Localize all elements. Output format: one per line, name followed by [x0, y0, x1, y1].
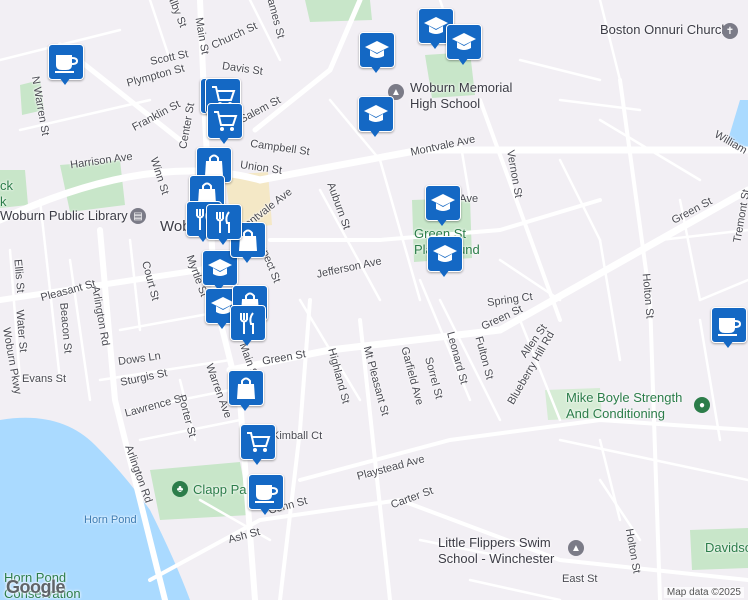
cart-icon — [240, 424, 276, 460]
education-pin[interactable] — [446, 24, 482, 68]
place-label-mike-boyle[interactable]: Mike Boyle Strength And Conditioning — [566, 390, 706, 422]
gym-icon: ● — [694, 397, 710, 413]
map-base-layer — [0, 0, 748, 600]
education-pin[interactable] — [358, 96, 394, 140]
place-label-clapp-park[interactable]: Clapp Pa — [193, 482, 246, 498]
pin-tail — [239, 403, 251, 411]
education-pin[interactable] — [359, 32, 395, 76]
pin-tail — [457, 57, 469, 65]
map-attribution[interactable]: Map data ©2025 — [663, 587, 744, 598]
coffee-pin[interactable] — [711, 307, 747, 351]
coffee-pin[interactable] — [48, 44, 84, 88]
street-label: Evans St — [22, 373, 67, 385]
education-pin[interactable] — [427, 236, 463, 280]
education-icon — [446, 24, 482, 60]
pin-tail — [218, 136, 230, 144]
place-label-little-flippers[interactable]: Little Flippers Swim School - Winchester — [438, 535, 568, 567]
street-label: Kimball Ct — [272, 430, 323, 442]
school-icon: ▲ — [568, 540, 584, 556]
cart-icon — [207, 103, 243, 139]
restaurant-pin[interactable] — [230, 305, 266, 349]
place-label-woburn-library[interactable]: Woburn Public Library — [0, 208, 128, 224]
shopping-pin[interactable] — [228, 370, 264, 414]
coffee-icon — [711, 307, 747, 343]
coffee-pin[interactable] — [248, 474, 284, 518]
pin-tail — [722, 340, 734, 348]
cart-pin[interactable] — [240, 424, 276, 468]
pin-tail — [216, 321, 228, 329]
place-label-woburn-memorial[interactable]: Woburn Memorial High School — [410, 80, 530, 112]
education-icon — [359, 32, 395, 68]
library-icon: ▤ — [130, 208, 146, 224]
coffee-icon — [248, 474, 284, 510]
pin-tail — [217, 237, 229, 245]
restaurant-icon — [230, 305, 266, 341]
pin-tail — [241, 255, 253, 263]
pin-tail — [438, 269, 450, 277]
pin-tail — [59, 77, 71, 85]
park-icon: ♣ — [172, 481, 188, 497]
education-icon — [427, 236, 463, 272]
pin-tail — [369, 129, 381, 137]
education-icon — [425, 185, 461, 221]
restaurant-pin[interactable] — [206, 204, 242, 248]
restaurant-icon — [206, 204, 242, 240]
pin-tail — [436, 218, 448, 226]
place-label-black-brook[interactable]: ck k — [0, 178, 14, 210]
shopping-icon — [228, 370, 264, 406]
pin-tail — [259, 507, 271, 515]
education-pin[interactable] — [425, 185, 461, 229]
place-label-horn-pond: Horn Pond — [84, 514, 137, 526]
pin-tail — [429, 41, 441, 49]
pin-tail — [251, 457, 263, 465]
cart-pin[interactable] — [207, 103, 243, 147]
education-icon — [358, 96, 394, 132]
pin-tail — [370, 65, 382, 73]
google-logo: Google — [6, 577, 66, 597]
place-label-davidson-park[interactable]: Davidson Pa — [705, 540, 748, 556]
street-label: East St — [562, 573, 598, 585]
map-canvas[interactable]: Salby St Main St James St Scott St Churc… — [0, 0, 748, 600]
coffee-icon — [48, 44, 84, 80]
place-label-boston-onnuri-church[interactable]: Boston Onnuri Church — [600, 22, 729, 38]
pin-tail — [241, 338, 253, 346]
church-icon: ✝ — [722, 23, 738, 39]
